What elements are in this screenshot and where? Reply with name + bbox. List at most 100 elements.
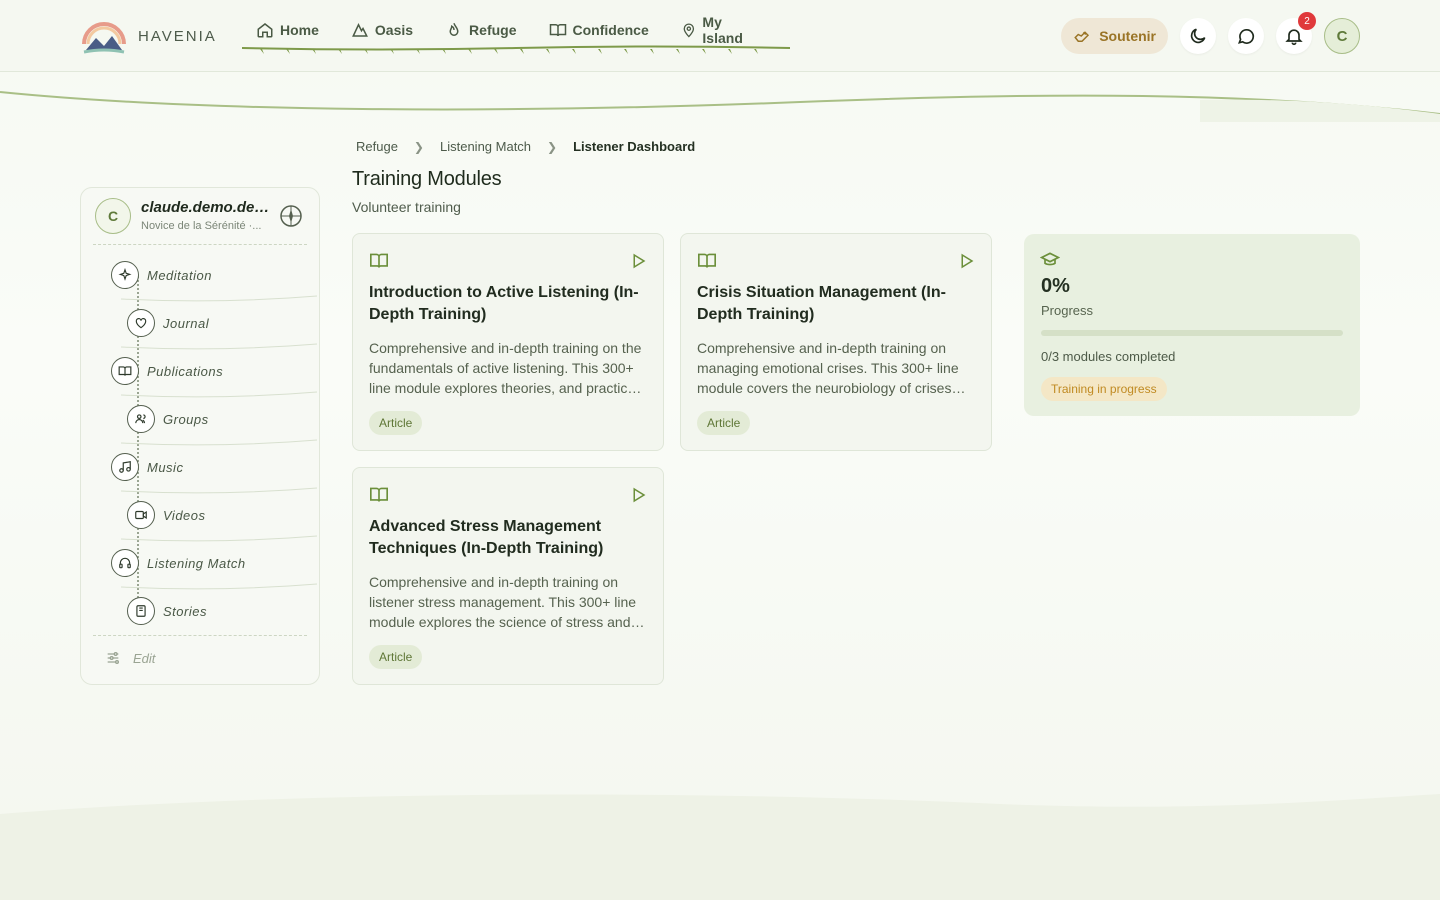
breadcrumb-current: Listener Dashboard <box>573 139 696 154</box>
module-card[interactable]: Advanced Stress Management Techniques (I… <box>352 467 664 685</box>
progress-bar <box>1041 330 1343 336</box>
nav-my-island[interactable]: My Island <box>681 14 758 46</box>
module-type-tag: Article <box>697 411 751 435</box>
breadcrumb-refuge[interactable]: Refuge <box>356 139 398 154</box>
book-open-icon <box>370 487 388 502</box>
modules-completed-count: 0/3 modules completed <box>1041 349 1176 364</box>
mountain-icon <box>351 23 368 37</box>
user-avatar[interactable]: C <box>1324 18 1360 54</box>
sidebar-item-label: Listening Match <box>147 555 246 571</box>
book-open-icon <box>698 253 716 268</box>
chat-icon <box>1237 28 1255 44</box>
sidebar-item-label: Stories <box>163 603 207 619</box>
module-description: Comprehensive and in-depth training on m… <box>697 340 959 396</box>
headphones-icon <box>119 557 131 569</box>
breadcrumb: Refuge ❯ Listening Match ❯ Listener Dash… <box>356 139 695 154</box>
sidebar-item-label: Groups <box>163 411 209 427</box>
home-icon <box>257 23 273 38</box>
support-label: Soutenir <box>1099 28 1156 44</box>
nav-confidence[interactable]: Confidence <box>549 20 649 40</box>
book-open-icon <box>118 366 132 376</box>
sidebar-item-label: Videos <box>163 507 206 523</box>
sidebar-item-journal[interactable]: Journal <box>127 308 209 338</box>
status-badge: Training in progress <box>1041 377 1167 401</box>
theme-toggle-button[interactable] <box>1180 18 1216 54</box>
music-icon <box>119 461 131 473</box>
sidebar-item-meditation[interactable]: Meditation <box>111 260 212 290</box>
progress-card: 0% Progress 0/3 modules completed Traini… <box>1024 234 1360 416</box>
graduation-cap-icon <box>1040 252 1060 266</box>
sidebar-edit-button[interactable]: Edit <box>105 650 155 666</box>
wave-separator <box>121 343 317 350</box>
wave-separator <box>121 535 317 542</box>
logo[interactable]: HAVENIA <box>80 16 217 56</box>
sidebar-item-videos[interactable]: Videos <box>127 500 206 530</box>
nav-refuge[interactable]: Refuge <box>445 20 517 40</box>
sidebar-item-label: Meditation <box>147 267 212 283</box>
notification-badge: 2 <box>1298 12 1316 30</box>
chevron-right-icon: ❯ <box>413 139 424 154</box>
wave-separator <box>121 583 317 590</box>
sidebar-profile[interactable]: C claude.demo.des... Novice de la Séréni… <box>95 198 307 246</box>
messages-button[interactable] <box>1228 18 1264 54</box>
nav-oasis[interactable]: Oasis <box>351 20 413 40</box>
moon-icon <box>1190 28 1206 44</box>
logo-text: HAVENIA <box>138 27 217 45</box>
sidebar-item-music[interactable]: Music <box>111 452 183 482</box>
module-title: Introduction to Active Listening (In-Dep… <box>369 284 639 323</box>
users-icon <box>135 414 146 424</box>
profile-name: claude.demo.des... <box>141 199 271 216</box>
play-icon[interactable] <box>629 486 647 504</box>
module-title: Crisis Situation Management (In-Depth Tr… <box>697 284 946 323</box>
nav-refuge-label: Refuge <box>469 22 517 38</box>
wave-separator <box>121 439 317 446</box>
module-description: Comprehensive and in-depth training on t… <box>369 340 642 396</box>
sidebar-item-label: Journal <box>163 315 210 331</box>
book-open-icon <box>370 253 388 268</box>
bottom-wave-decoration <box>0 794 1440 900</box>
module-card[interactable]: Introduction to Active Listening (In-Dep… <box>352 233 664 451</box>
notifications-button[interactable]: 2 <box>1276 12 1316 54</box>
sidebar-item-listening-match[interactable]: Listening Match <box>111 548 246 578</box>
sliders-icon <box>107 652 119 664</box>
video-icon <box>135 510 147 520</box>
map-pin-icon <box>683 23 694 38</box>
profile-avatar: C <box>95 198 131 234</box>
logo-icon <box>82 22 126 54</box>
sidebar-item-stories[interactable]: Stories <box>127 596 207 626</box>
module-type-tag: Article <box>369 645 423 669</box>
nav-home-label: Home <box>280 22 319 38</box>
play-icon[interactable] <box>629 252 647 270</box>
divider <box>93 244 307 245</box>
module-description: Comprehensive and in-depth training on l… <box>369 574 637 630</box>
wave-separator <box>121 295 317 302</box>
sidebar-item-label: Music <box>147 459 184 475</box>
module-title: Advanced Stress Management Techniques (I… <box>369 518 604 557</box>
nav-home[interactable]: Home <box>256 20 319 40</box>
nav-oasis-label: Oasis <box>374 22 414 38</box>
sidebar-item-label: Publications <box>147 363 224 379</box>
book-icon <box>549 24 566 37</box>
hand-heart-icon <box>1074 31 1090 42</box>
vine-decoration <box>242 45 790 54</box>
breadcrumb-listening-match[interactable]: Listening Match <box>440 139 531 154</box>
module-card[interactable]: Crisis Situation Management (In-Depth Tr… <box>680 233 992 451</box>
main-nav: Home Oasis Refuge Confidence My Island <box>242 0 790 56</box>
top-header: HAVENIA Home Oasis Refuge Confidence My <box>0 0 1440 72</box>
progress-label: Progress <box>1041 303 1094 318</box>
flame-icon <box>449 23 459 36</box>
heart-icon <box>135 318 147 329</box>
profile-subtitle: Novice de la Sérénité ·... <box>141 220 262 232</box>
sidebar-item-groups[interactable]: Groups <box>127 404 209 434</box>
module-type-tag: Article <box>369 411 423 435</box>
divider <box>93 635 307 636</box>
wave-separator <box>121 391 317 398</box>
compass-icon[interactable] <box>279 204 303 228</box>
notebook-icon <box>136 605 146 617</box>
nav-my-island-label: My Island <box>702 14 743 46</box>
play-icon[interactable] <box>957 252 975 270</box>
nav-confidence-label: Confidence <box>572 22 649 38</box>
support-button[interactable]: Soutenir <box>1061 18 1168 54</box>
sidebar-item-publications[interactable]: Publications <box>111 356 223 386</box>
bell-icon <box>1285 29 1303 46</box>
